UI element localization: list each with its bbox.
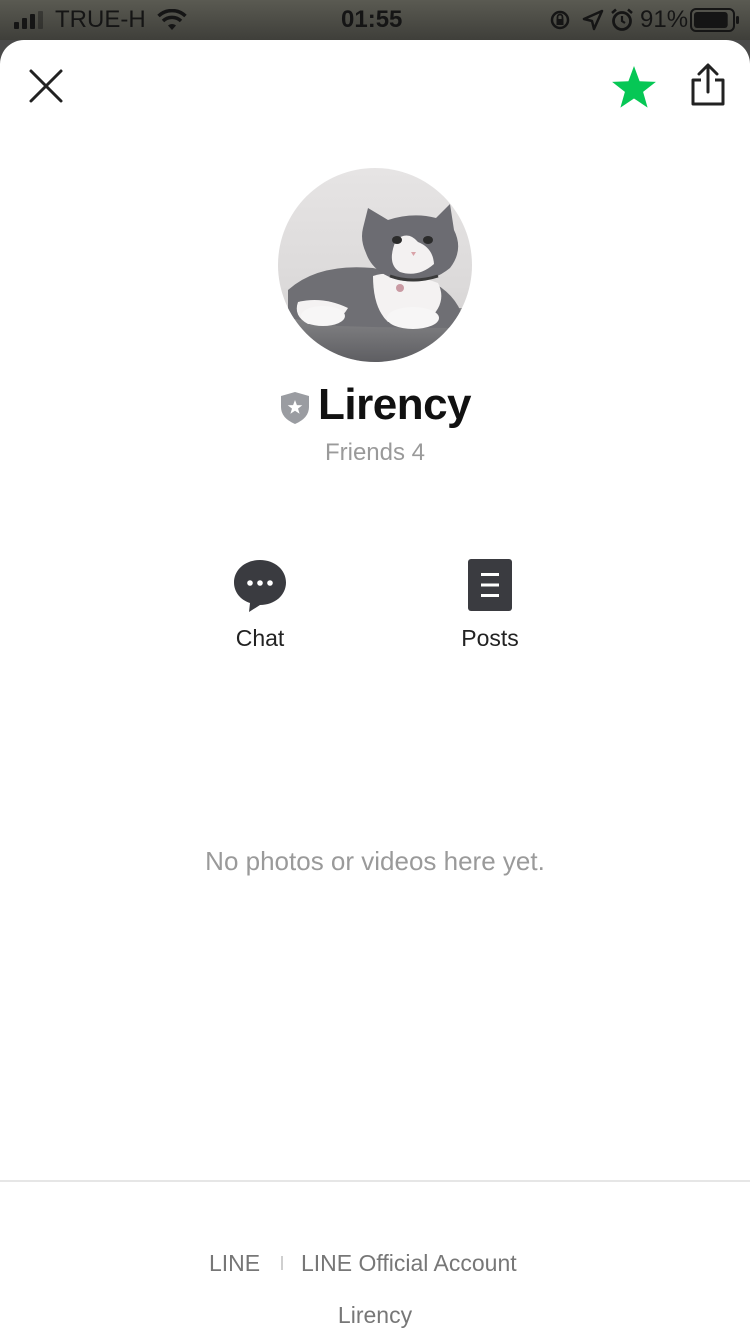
shield-star-icon xyxy=(281,392,309,424)
posts-icon xyxy=(468,559,512,611)
alarm-clock-icon xyxy=(611,8,633,31)
profile-name: Lirency xyxy=(318,380,472,429)
footer-separator xyxy=(281,1256,283,1270)
posts-button[interactable]: Posts xyxy=(420,552,560,662)
battery-icon xyxy=(690,8,739,32)
status-time: 01:55 xyxy=(341,6,403,33)
footer-divider xyxy=(0,1180,750,1182)
close-button[interactable] xyxy=(24,64,68,108)
share-icon xyxy=(691,63,725,106)
footer-account-name: Lirency xyxy=(337,1302,413,1328)
carrier-label: TRUE-H xyxy=(55,6,146,33)
orientation-lock-icon xyxy=(550,10,570,30)
chat-button[interactable]: Chat xyxy=(190,552,330,662)
cellular-signal-icon xyxy=(14,11,43,29)
footer-link-official-account[interactable]: LINE Official Account xyxy=(301,1248,517,1278)
empty-media-message: No photos or videos here yet. xyxy=(205,846,545,876)
wifi-icon xyxy=(157,9,187,30)
profile-avatar[interactable] xyxy=(278,168,472,362)
posts-label: Posts xyxy=(461,625,519,651)
close-icon xyxy=(29,69,63,103)
cat-photo xyxy=(278,168,472,362)
chat-label: Chat xyxy=(235,625,285,651)
star-icon xyxy=(612,66,656,108)
chat-bubble-icon xyxy=(234,560,286,612)
status-bar: TRUE-H 01:55 91% xyxy=(0,0,750,40)
location-arrow-icon xyxy=(582,9,604,31)
profile-sheet: Lirency Friends 4 Chat Posts No photos o… xyxy=(0,40,750,1334)
friends-count[interactable]: Friends 4 xyxy=(0,438,750,468)
footer-link-line[interactable]: LINE xyxy=(209,1248,260,1278)
share-button[interactable] xyxy=(688,62,728,108)
battery-percent: 91% xyxy=(640,6,689,33)
favorite-button[interactable] xyxy=(610,64,658,110)
